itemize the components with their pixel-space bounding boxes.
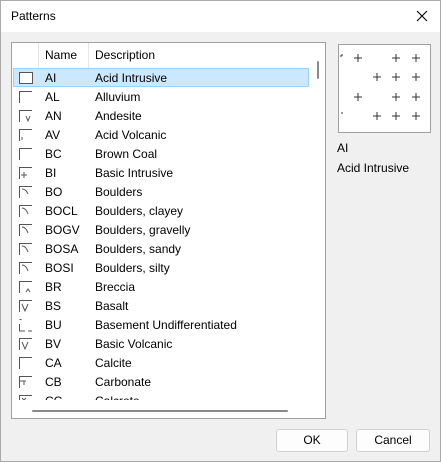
cancel-button[interactable]: Cancel: [356, 429, 430, 452]
pattern-code: CB: [45, 375, 62, 389]
pattern-description: Calcrete: [95, 394, 140, 400]
patterns-dialog: Patterns Name Description AI Acid Intrusi…: [0, 0, 441, 462]
list-item[interactable]: AN Andesite: [12, 106, 312, 125]
list-item[interactable]: BOCL Boulders, clayey: [12, 201, 312, 220]
pattern-description: Acid Intrusive: [95, 71, 168, 85]
pattern-an-icon: [18, 109, 33, 123]
ok-button[interactable]: OK: [276, 429, 348, 452]
list-item[interactable]: BI Basic Intrusive: [12, 163, 312, 182]
list-item[interactable]: BR Breccia: [12, 277, 312, 296]
pattern-al-icon: [18, 90, 33, 104]
list-item[interactable]: BS Basalt: [12, 296, 312, 315]
pattern-code: BOSA: [45, 242, 79, 256]
title-bar: Patterns: [1, 1, 440, 32]
list-item[interactable]: CB Carbonate: [12, 372, 312, 391]
pattern-bv-icon: [18, 337, 33, 351]
column-header-icon[interactable]: [12, 43, 39, 68]
pattern-code: BOSI: [45, 261, 74, 275]
pattern-cc-icon: [18, 394, 33, 400]
pattern-code: BS: [45, 299, 62, 313]
pattern-code: AL: [45, 90, 60, 104]
list-item[interactable]: BOSA Boulders, sandy: [12, 239, 312, 258]
pattern-description: Alluvium: [95, 90, 141, 104]
pattern-code: BOCL: [45, 204, 78, 218]
pattern-code: BU: [45, 318, 62, 332]
window-title: Patterns: [11, 9, 56, 23]
pattern-bosa-icon: [18, 242, 33, 256]
pattern-cb-icon: [18, 375, 33, 389]
list-item[interactable]: BV Basic Volcanic: [12, 334, 312, 353]
pattern-code: CA: [45, 356, 62, 370]
close-button[interactable]: [404, 1, 440, 31]
pattern-code: BR: [45, 280, 62, 294]
pattern-description: Boulders, clayey: [95, 204, 184, 218]
pattern-code: BOGV: [45, 223, 80, 237]
list-item[interactable]: BOSI Boulders, silty: [12, 258, 312, 277]
pattern-code: AN: [45, 109, 62, 123]
acid-intrusive-pattern-preview-icon: [340, 54, 420, 120]
pattern-description: Carbonate: [95, 375, 152, 389]
pattern-preview: [338, 44, 431, 133]
close-icon: [416, 10, 428, 22]
preview-code: AI: [337, 141, 349, 155]
pattern-description: Breccia: [95, 280, 136, 294]
vertical-scroll-thumb[interactable]: [317, 61, 319, 79]
list-item[interactable]: AI Acid Intrusive: [12, 68, 312, 87]
column-header-description[interactable]: Description: [89, 43, 312, 68]
list-item[interactable]: AL Alluvium: [12, 87, 312, 106]
column-header-name[interactable]: Name: [39, 43, 89, 68]
pattern-bu-icon: [18, 318, 33, 332]
pattern-code: BC: [45, 147, 62, 161]
pattern-description: Boulders, sandy: [95, 242, 182, 256]
list-item[interactable]: BU Basement Undifferentiated: [12, 315, 312, 334]
pattern-description: Basic Intrusive: [95, 166, 174, 180]
pattern-description: Calcite: [95, 356, 132, 370]
pattern-description: Boulders, gravelly: [95, 223, 191, 237]
pattern-av-icon: [18, 128, 33, 142]
patterns-list[interactable]: Name Description AI Acid Intrusive AL Alluv…: [11, 42, 326, 419]
pattern-ai-icon: [18, 71, 33, 85]
vertical-scrollbar[interactable]: [312, 43, 325, 405]
list-item[interactable]: AV Acid Volcanic: [12, 125, 312, 144]
pattern-bs-icon: [18, 299, 33, 313]
list-item[interactable]: BC Brown Coal: [12, 144, 312, 163]
pattern-br-icon: [18, 280, 33, 294]
preview-description: Acid Intrusive: [337, 161, 410, 175]
list-rows: AI Acid Intrusive AL Alluvium AN Andesite AV Ac…: [12, 68, 312, 400]
list-item[interactable]: BO Boulders: [12, 182, 312, 201]
list-header: Name Description: [12, 43, 312, 68]
list-item[interactable]: BOGV Boulders, gravelly: [12, 220, 312, 239]
pattern-code: BI: [45, 166, 57, 180]
pattern-bi-icon: [18, 166, 33, 180]
pattern-description: Acid Volcanic: [95, 128, 167, 142]
horizontal-scrollbar[interactable]: [12, 404, 325, 418]
pattern-bo-icon: [18, 185, 33, 199]
pattern-description: Basic Volcanic: [95, 337, 173, 351]
horizontal-scroll-thumb[interactable]: [32, 410, 288, 412]
pattern-description: Boulders: [95, 185, 143, 199]
list-item[interactable]: CA Calcite: [12, 353, 312, 372]
pattern-bocl-icon: [18, 204, 33, 218]
pattern-bosi-icon: [18, 261, 33, 275]
pattern-description: Boulders, silty: [95, 261, 170, 275]
pattern-description: Basement Undifferentiated: [95, 318, 237, 332]
pattern-bc-icon: [18, 147, 33, 161]
pattern-bogv-icon: [18, 223, 33, 237]
pattern-code: BV: [45, 337, 62, 351]
pattern-description: Basalt: [95, 299, 129, 313]
pattern-code: AV: [45, 128, 61, 142]
pattern-description: Brown Coal: [95, 147, 158, 161]
pattern-code: AI: [45, 71, 57, 85]
list-item[interactable]: CC Calcrete: [12, 391, 312, 400]
pattern-ca-icon: [18, 356, 33, 370]
pattern-description: Andesite: [95, 109, 142, 123]
pattern-code: BO: [45, 185, 63, 199]
pattern-code: CC: [45, 394, 62, 400]
